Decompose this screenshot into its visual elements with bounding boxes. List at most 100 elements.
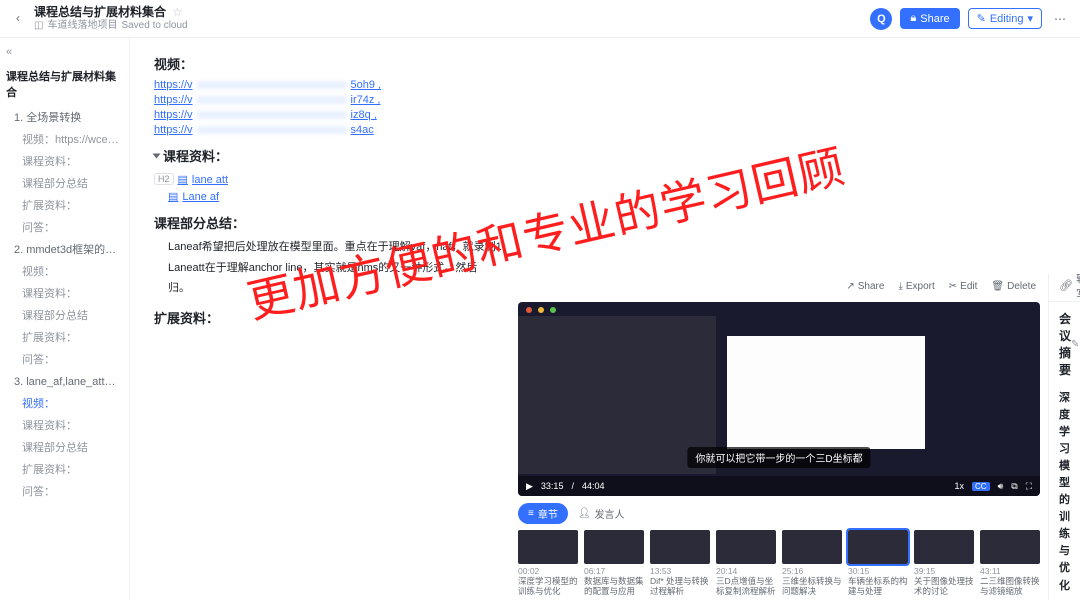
thumb-time: 06:17 bbox=[584, 566, 644, 576]
summary-heading-row: 会议摘要 ✎编辑 bbox=[1049, 302, 1080, 382]
chapter-thumbnails: 00:02 深度学习模型的训练与优化 06:17 数据库与数据集的配置与应用 1… bbox=[510, 526, 1048, 600]
star-icon[interactable]: ☆ bbox=[172, 5, 183, 19]
sidebar-item[interactable]: 扩展资料： bbox=[6, 458, 123, 480]
chapter-thumb[interactable]: 43:11 二三维图像转换与滤镜缩放 bbox=[980, 530, 1040, 596]
doc-icon: ▤ bbox=[168, 190, 178, 203]
avatar[interactable]: Q bbox=[870, 8, 892, 30]
thumb-img bbox=[518, 530, 578, 564]
tab-transcript[interactable]: 🔗︎转写 bbox=[1059, 274, 1080, 306]
chevron-down-icon: ▾ bbox=[1027, 12, 1033, 25]
material-link[interactable]: ▤Lane af bbox=[168, 190, 1056, 203]
share-icon: 🔒︎ bbox=[910, 12, 916, 25]
thumb-label: 关于图像处理技术的讨论 bbox=[914, 576, 974, 596]
link-icon: 🔗︎ bbox=[1059, 279, 1073, 292]
sidebar: « 课程总结与扩展材料集合 1. 全场景转换 视频：https://wceg70… bbox=[0, 38, 130, 600]
thumb-time: 00:02 bbox=[518, 566, 578, 576]
doc-folder[interactable]: 车道线落地项目 bbox=[47, 20, 117, 32]
thumb-label: 二三维图像转换与滤镜缩放 bbox=[980, 576, 1040, 596]
sidebar-item[interactable]: 视频： bbox=[6, 392, 123, 414]
caret-icon[interactable] bbox=[153, 154, 161, 159]
doc-meta: 课程总结与扩展材料集合 ☆ ◫ 车道线落地项目 Saved to cloud bbox=[34, 5, 188, 31]
header-right: Q 🔒︎ Share ✎ Editing ▾ ⋯ bbox=[870, 8, 1070, 30]
play-icon[interactable]: ▶ bbox=[526, 481, 533, 492]
delete-action[interactable]: 🗑︎Delete bbox=[991, 281, 1036, 292]
chapter-thumb[interactable]: 20:14 三D点增值与坐标复制流程解析 bbox=[716, 530, 776, 596]
thumb-label: 深度学习模型的训练与优化 bbox=[518, 576, 578, 596]
sidebar-item[interactable]: 课程资料： bbox=[6, 150, 123, 172]
heading-pill: H2 bbox=[154, 173, 174, 185]
chapter-thumb[interactable]: 13:53 Dif* 处理与转换过程解析 bbox=[650, 530, 710, 596]
export-action[interactable]: ⤓Export bbox=[898, 281, 934, 292]
thumb-label: Dif* 处理与转换过程解析 bbox=[650, 576, 710, 596]
download-icon: ⤓ bbox=[898, 281, 902, 292]
doc-folder-icon: ◫ bbox=[34, 20, 43, 32]
material-link[interactable]: ▤lane att bbox=[178, 173, 229, 186]
editing-button[interactable]: ✎ Editing ▾ bbox=[968, 8, 1042, 29]
more-icon[interactable]: ⋯ bbox=[1050, 8, 1070, 30]
saved-text: Saved to cloud bbox=[121, 20, 187, 32]
video-link[interactable]: https://vir74z , bbox=[154, 94, 1056, 106]
thumb-img bbox=[782, 530, 842, 564]
thumb-img bbox=[914, 530, 974, 564]
sidebar-item[interactable]: 问答： bbox=[6, 216, 123, 238]
sidebar-item[interactable]: 扩展资料： bbox=[6, 326, 123, 348]
edit-action[interactable]: ✂Edit bbox=[949, 281, 978, 292]
video-controls: ▶ 33:15 / 44:04 1x CC 🔊︎ ⧉ ⛶ bbox=[518, 476, 1040, 496]
summary-edit[interactable]: ✎编辑 bbox=[1071, 329, 1080, 359]
video-player[interactable]: 你就可以把它带一步的一个三D坐标都 ▶ 33:15 / 44:04 1x CC bbox=[518, 302, 1040, 496]
summary-body: 深度学习模型的训练与优化主要介绍了h语言中的数据处理和模型训练的过程。首先，将数… bbox=[1049, 382, 1080, 600]
trash-icon: 🗑︎ bbox=[991, 281, 1004, 292]
section-heading: 课程资料： bbox=[154, 146, 1056, 165]
back-icon[interactable]: ‹ bbox=[10, 10, 26, 26]
fullscreen-icon[interactable]: ⛶ bbox=[1026, 481, 1032, 492]
sidebar-item[interactable]: 课程部分总结 bbox=[6, 304, 123, 326]
share-action[interactable]: ↗Share bbox=[846, 281, 884, 292]
thumb-img bbox=[716, 530, 776, 564]
pencil-icon: ✎ bbox=[1071, 339, 1079, 350]
thumb-img bbox=[848, 530, 908, 564]
sidebar-item[interactable]: 问答： bbox=[6, 348, 123, 370]
sidebar-item[interactable]: 视频： bbox=[6, 260, 123, 282]
chapter-thumb[interactable]: 39:15 关于图像处理技术的讨论 bbox=[914, 530, 974, 596]
thumb-img bbox=[584, 530, 644, 564]
collapse-icon[interactable]: « bbox=[6, 46, 12, 58]
speed-icon[interactable]: 1x bbox=[955, 481, 965, 491]
video-link[interactable]: https://vs4ac bbox=[154, 124, 1056, 136]
thumb-time: 43:11 bbox=[980, 566, 1040, 576]
sidebar-item[interactable]: 扩展资料： bbox=[6, 194, 123, 216]
cc-icon[interactable]: CC bbox=[972, 482, 990, 491]
video-subtitle: 你就可以把它带一步的一个三D坐标都 bbox=[687, 447, 870, 468]
thumb-time: 20:14 bbox=[716, 566, 776, 576]
sidebar-item[interactable]: 视频：https://wceg70omzq.feish… bbox=[6, 128, 123, 150]
speaker-button[interactable]: 👤︎发言人 bbox=[578, 506, 625, 521]
sidebar-item[interactable]: 问答： bbox=[6, 480, 123, 502]
sidebar-item[interactable]: 课程资料： bbox=[6, 282, 123, 304]
scissors-icon: ✂ bbox=[949, 281, 957, 292]
volume-icon[interactable]: 🔊︎ bbox=[998, 481, 1004, 492]
chapter-thumb[interactable]: 06:17 数据库与数据集的配置与应用 bbox=[584, 530, 644, 596]
thumb-img bbox=[650, 530, 710, 564]
sidebar-item[interactable]: 课程部分总结 bbox=[6, 436, 123, 458]
chapter-thumb[interactable]: 00:02 深度学习模型的训练与优化 bbox=[518, 530, 578, 596]
pencil-icon: ✎ bbox=[977, 12, 986, 25]
sidebar-item[interactable]: 2. mmdet3d框架的理解 bbox=[6, 238, 123, 260]
window-dot-icon bbox=[526, 307, 532, 313]
chapter-button[interactable]: ≡章节 bbox=[518, 503, 568, 524]
thumb-time: 13:53 bbox=[650, 566, 710, 576]
summary-column: 🔗︎转写 🗒︎纪要 ⚙︎设置 ⇆ 会议摘要 ✎编辑 深度学习模型的训练与优化主要… bbox=[1049, 274, 1080, 600]
thumb-time: 30:15 bbox=[848, 566, 908, 576]
thumb-img bbox=[980, 530, 1040, 564]
sidebar-item[interactable]: 课程部分总结 bbox=[6, 172, 123, 194]
pip-icon[interactable]: ⧉ bbox=[1011, 481, 1017, 492]
video-link[interactable]: https://v5oh9 , bbox=[154, 79, 1056, 91]
video-link[interactable]: https://viz8q , bbox=[154, 109, 1056, 121]
sidebar-item[interactable]: 1. 全场景转换 bbox=[6, 106, 123, 128]
time-total: 44:04 bbox=[582, 481, 605, 491]
share-button[interactable]: 🔒︎ Share bbox=[900, 8, 959, 29]
sidebar-item[interactable]: 课程资料： bbox=[6, 414, 123, 436]
chapter-thumb[interactable]: 25:16 三维坐标转换与问题解决 bbox=[782, 530, 842, 596]
doc-title: 课程总结与扩展材料集合 bbox=[34, 5, 166, 19]
sidebar-item[interactable]: 3. lane_af,lane_att的理解 bbox=[6, 370, 123, 392]
sidebar-title: 课程总结与扩展材料集合 bbox=[6, 68, 123, 100]
chapter-thumb[interactable]: 30:15 车辆坐标系的构建与处理 bbox=[848, 530, 908, 596]
